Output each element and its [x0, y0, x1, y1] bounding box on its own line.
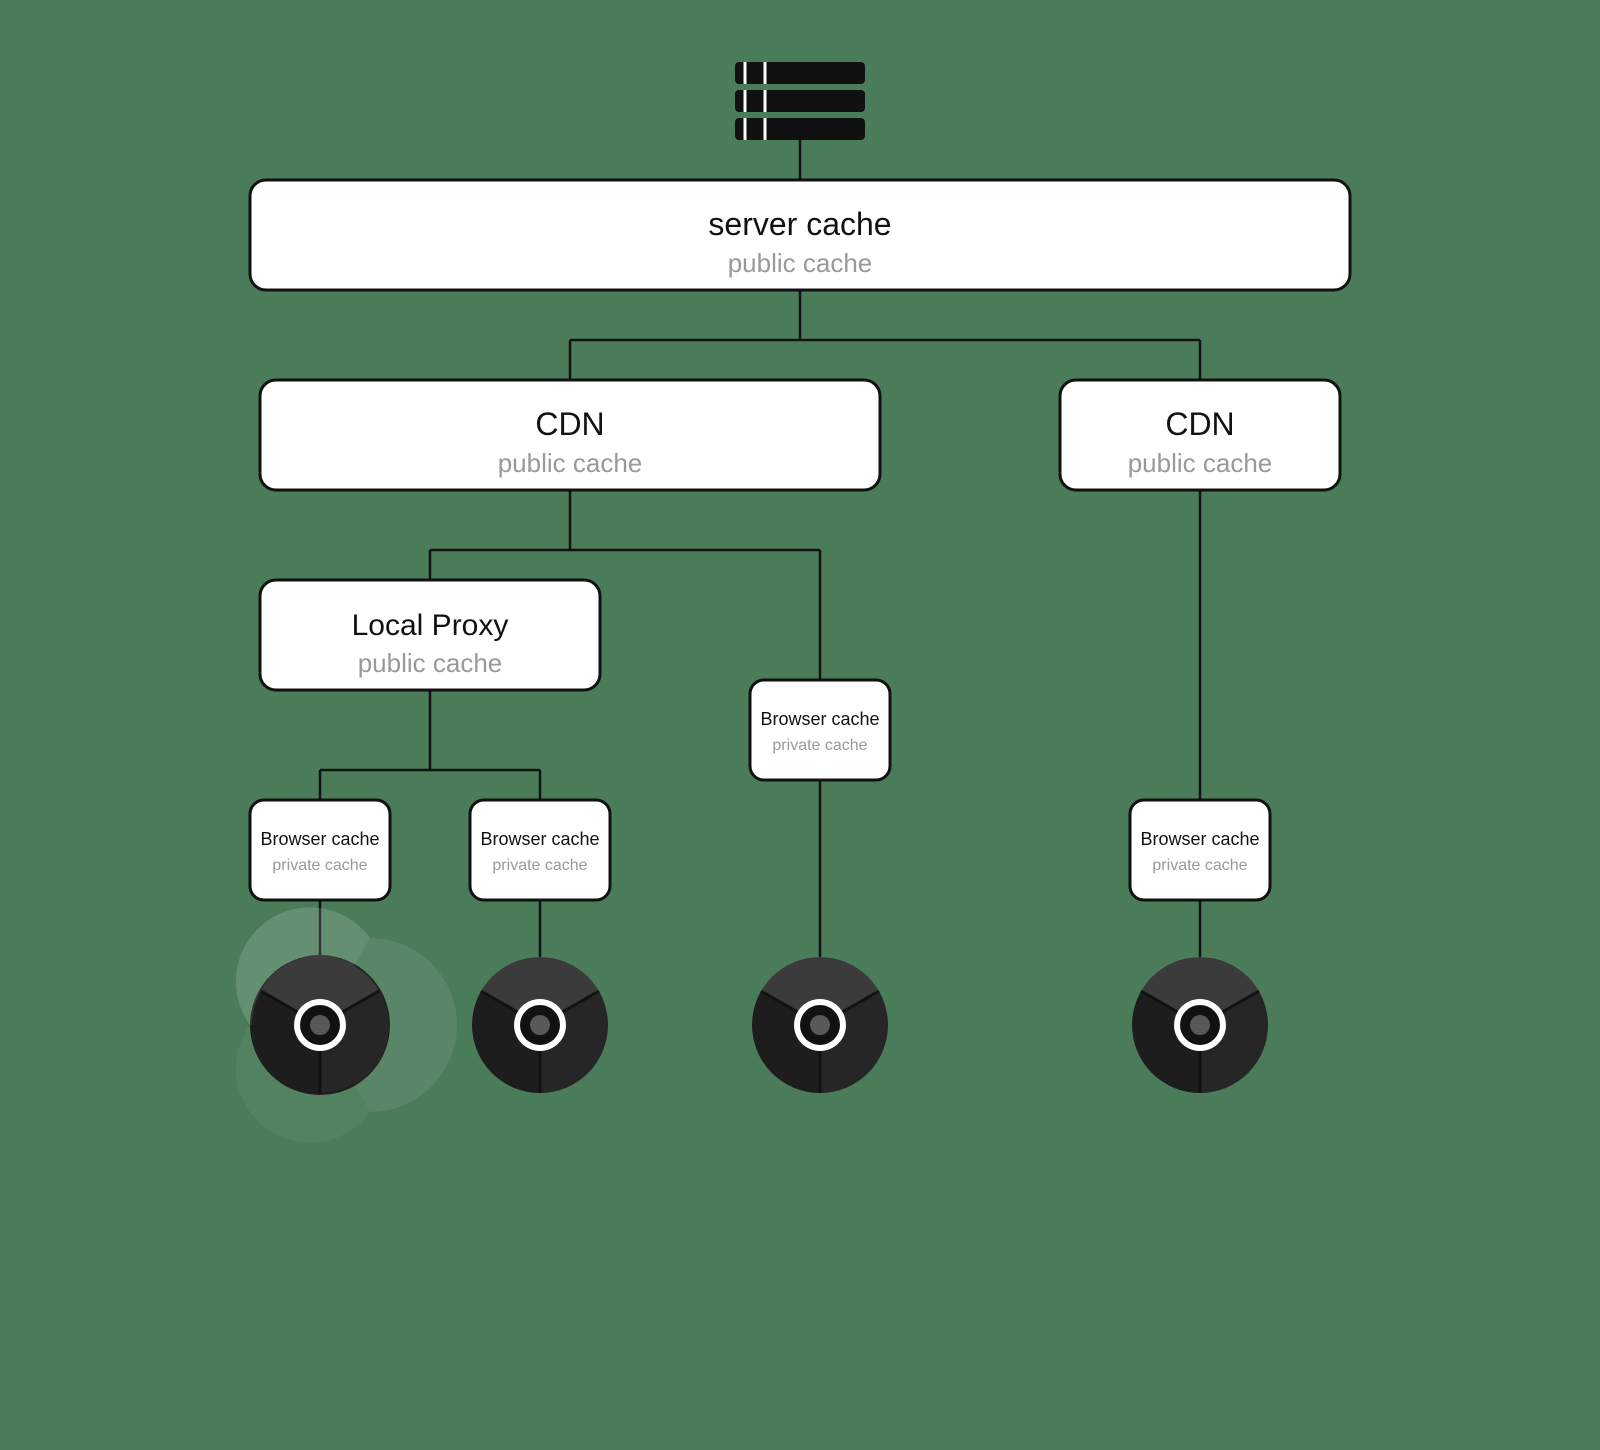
cdn-right-label: CDN [1165, 406, 1234, 442]
cache-hierarchy-diagram: server cache public cache CDN public cac… [200, 0, 1400, 1450]
browser-cache-2-label: Browser cache [480, 829, 599, 849]
browser-cache-1-sublabel: private cache [272, 857, 367, 874]
chrome-icon-2 [472, 957, 608, 1093]
chrome-icon-4 [1132, 957, 1268, 1093]
server-icon [735, 62, 865, 140]
browser-cache-1-label: Browser cache [260, 829, 379, 849]
browser-cache-3-sublabel: private cache [772, 737, 867, 754]
diagram-svg: server cache public cache CDN public cac… [230, 40, 1370, 1390]
browser-cache-4-label: Browser cache [1140, 829, 1259, 849]
browser-cache-4-sublabel: private cache [1152, 857, 1247, 874]
cdn-right-sublabel: public cache [1128, 448, 1273, 478]
local-proxy-sublabel: public cache [358, 648, 503, 678]
server-cache-label: server cache [708, 206, 891, 242]
browser-cache-2-sublabel: private cache [492, 857, 587, 874]
local-proxy-label: Local Proxy [352, 609, 509, 642]
cdn-left-sublabel: public cache [498, 448, 643, 478]
chrome-icon-3 [752, 957, 888, 1093]
cdn-left-label: CDN [535, 406, 604, 442]
server-cache-sublabel: public cache [728, 248, 873, 278]
browser-cache-3-label: Browser cache [760, 709, 879, 729]
chrome-icon-1-v2 [252, 957, 388, 1093]
